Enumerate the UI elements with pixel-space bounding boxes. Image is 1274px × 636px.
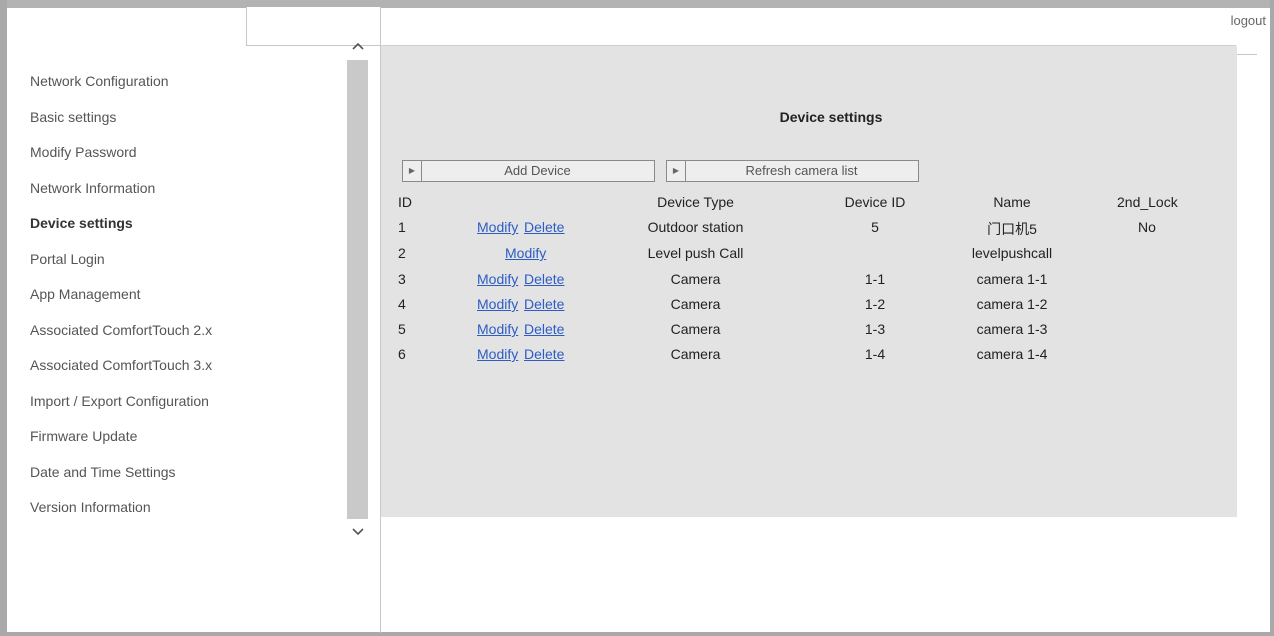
refresh-camera-list-label: Refresh camera list bbox=[745, 163, 858, 178]
row-device-type: Camera bbox=[670, 296, 721, 312]
sidebar-item-modify-password[interactable]: Modify Password bbox=[30, 135, 340, 171]
delete-link[interactable]: Delete bbox=[524, 271, 564, 287]
row-device-type: Camera bbox=[670, 321, 721, 337]
sidebar-item-network-information[interactable]: Network Information bbox=[30, 171, 340, 207]
modify-link[interactable]: Modify bbox=[505, 245, 546, 261]
add-device-label: Add Device bbox=[504, 163, 571, 178]
window-frame-bottom bbox=[0, 632, 1274, 636]
add-device-button[interactable]: ▶ Add Device bbox=[402, 160, 655, 182]
row-id: 1 bbox=[398, 219, 406, 235]
row-id: 3 bbox=[398, 271, 406, 287]
sidebar-menu: Network Configuration Basic settings Modif… bbox=[30, 64, 340, 526]
modify-link[interactable]: Modify bbox=[477, 346, 518, 362]
row-device-type: Outdoor station bbox=[647, 219, 744, 235]
row-name: camera 1-4 bbox=[976, 346, 1048, 362]
sidebar-item-firmware-update[interactable]: Firmware Update bbox=[30, 419, 340, 455]
sidebar-item-comforttouch-3x[interactable]: Associated ComfortTouch 3.x bbox=[30, 348, 340, 384]
window-frame-top bbox=[0, 0, 1274, 8]
sidebar-item-device-settings[interactable]: Device settings bbox=[30, 206, 340, 242]
row-name: camera 1-3 bbox=[976, 321, 1048, 337]
sidebar-item-date-time[interactable]: Date and Time Settings bbox=[30, 455, 340, 491]
play-arrow-icon: ▶ bbox=[403, 161, 422, 181]
row-name: camera 1-1 bbox=[976, 271, 1048, 287]
row-id: 4 bbox=[398, 296, 406, 312]
row-name: 门口机5 bbox=[987, 221, 1037, 237]
row-name: camera 1-2 bbox=[976, 296, 1048, 312]
refresh-camera-list-button[interactable]: ▶ Refresh camera list bbox=[666, 160, 919, 182]
row-device-id: 1-2 bbox=[864, 296, 886, 312]
sidebar-item-network-configuration[interactable]: Network Configuration bbox=[30, 64, 340, 100]
page-title: Device settings bbox=[779, 109, 883, 125]
modify-link[interactable]: Modify bbox=[477, 296, 518, 312]
row-id: 6 bbox=[398, 346, 406, 362]
play-arrow-icon: ▶ bbox=[667, 161, 686, 181]
row-device-id: 1-1 bbox=[864, 271, 886, 287]
window-frame-right bbox=[1270, 0, 1274, 636]
column-header-device-type: Device Type bbox=[657, 194, 734, 210]
row-device-id: 1-4 bbox=[864, 346, 886, 362]
device-settings-panel: Device settings ▶ Add Device ▶ Refresh c… bbox=[381, 46, 1237, 517]
sidebar-item-import-export[interactable]: Import / Export Configuration bbox=[30, 384, 340, 420]
modify-link[interactable]: Modify bbox=[477, 271, 518, 287]
row-2nd-lock: No bbox=[1138, 219, 1156, 235]
row-device-type: Level push Call bbox=[647, 245, 744, 261]
row-name: levelpushcall bbox=[971, 245, 1053, 261]
header-divider-right bbox=[1237, 54, 1257, 55]
column-header-name: Name bbox=[993, 194, 1031, 210]
column-header-device-id: Device ID bbox=[844, 194, 906, 210]
row-id: 2 bbox=[398, 245, 406, 261]
sidebar-item-version-information[interactable]: Version Information bbox=[30, 490, 340, 526]
row-device-type: Camera bbox=[670, 346, 721, 362]
row-device-id: 5 bbox=[871, 219, 879, 235]
modify-link[interactable]: Modify bbox=[477, 219, 518, 235]
sidebar-scrollbar[interactable] bbox=[347, 60, 368, 519]
sidebar-item-app-management[interactable]: App Management bbox=[30, 277, 340, 313]
delete-link[interactable]: Delete bbox=[524, 346, 564, 362]
sidebar-item-comforttouch-2x[interactable]: Associated ComfortTouch 2.x bbox=[30, 313, 340, 349]
column-header-id: ID bbox=[398, 194, 412, 210]
chevron-up-icon[interactable] bbox=[349, 38, 367, 56]
delete-link[interactable]: Delete bbox=[524, 219, 564, 235]
row-device-id: 1-3 bbox=[864, 321, 886, 337]
column-header-2nd-lock: 2nd_Lock bbox=[1117, 194, 1178, 210]
row-id: 5 bbox=[398, 321, 406, 337]
modify-link[interactable]: Modify bbox=[477, 321, 518, 337]
sidebar-item-portal-login[interactable]: Portal Login bbox=[30, 242, 340, 278]
row-device-type: Camera bbox=[670, 271, 721, 287]
logout-link[interactable]: logout bbox=[1231, 13, 1266, 28]
delete-link[interactable]: Delete bbox=[524, 321, 564, 337]
sidebar-item-basic-settings[interactable]: Basic settings bbox=[30, 100, 340, 136]
delete-link[interactable]: Delete bbox=[524, 296, 564, 312]
window-frame-left bbox=[0, 0, 7, 636]
chevron-down-icon[interactable] bbox=[349, 524, 367, 542]
